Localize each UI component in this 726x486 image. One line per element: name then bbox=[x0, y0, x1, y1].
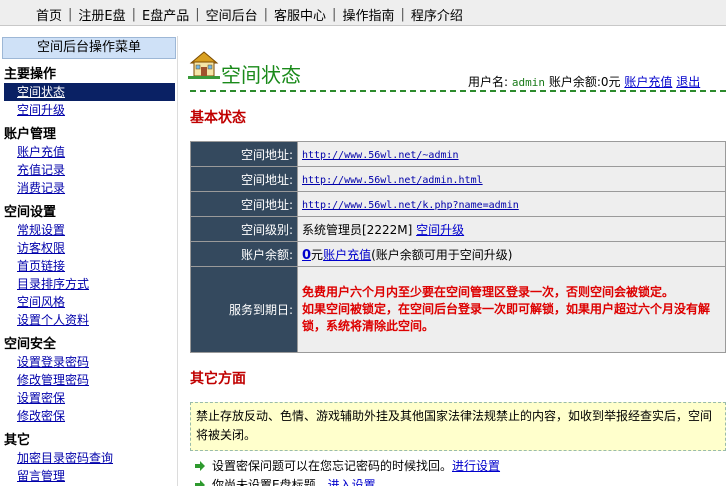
space-address-label: 空间地址: bbox=[190, 141, 298, 167]
space-level-value: 系统管理员[2222M] bbox=[302, 222, 413, 237]
unlock-warning: 如果空间被锁定，在空间后台登录一次即可解锁，如果用户超过六个月没有解锁，系统将清… bbox=[302, 302, 711, 333]
nav-guide[interactable]: 操作指南 bbox=[336, 5, 400, 24]
space-level-label: 空间级别: bbox=[190, 216, 298, 242]
sidebar-item-consumption-records[interactable]: 消费记录 bbox=[0, 179, 178, 197]
house-icon bbox=[188, 51, 220, 79]
security-setup-link[interactable]: 进行设置 bbox=[452, 457, 500, 474]
user-info-bar: 用户名: admin 账户余额:0元 账户充值 退出 bbox=[468, 73, 700, 90]
nav-home[interactable]: 首页 bbox=[30, 5, 68, 24]
sidebar-group-main: 主要操作 bbox=[4, 67, 57, 82]
balance-label: 账户余额: bbox=[548, 75, 601, 89]
lock-warning: 免费用户六个月内至少要在空间管理区登录一次，否则空间会被锁定。 bbox=[302, 285, 675, 299]
balance-recharge-link[interactable]: 账户充值 bbox=[323, 248, 371, 262]
sidebar-item-message-management[interactable]: 留言管理 bbox=[0, 467, 178, 485]
table-row: 空间地址: http://www.56wl.net/k.php?name=adm… bbox=[190, 191, 726, 217]
sidebar-item-change-security-question[interactable]: 修改密保 bbox=[0, 407, 178, 425]
sidebar-item-homepage-link[interactable]: 首页链接 bbox=[0, 257, 178, 275]
table-row: 空间地址: http://www.56wl.net/admin.html bbox=[190, 166, 726, 192]
space-address-label: 空间地址: bbox=[190, 191, 298, 217]
sidebar-item-space-style[interactable]: 空间风格 bbox=[0, 293, 178, 311]
table-row: 空间地址: http://www.56wl.net/~admin bbox=[190, 141, 726, 167]
security-question-text: 设置密保问题可以在您忘记密码的时候找回。 bbox=[212, 459, 453, 473]
sidebar-group-security: 空间安全 bbox=[4, 337, 57, 352]
balance-note: (账户余额可用于空间升级) bbox=[371, 247, 513, 262]
title-not-set-text: 你尚未设置E盘标题， bbox=[212, 478, 328, 486]
sidebar-group-settings: 空间设置 bbox=[4, 205, 57, 220]
nav-products[interactable]: E盘产品 bbox=[136, 5, 195, 24]
expiry-label: 服务到期日: bbox=[190, 266, 298, 353]
nav-space-admin[interactable]: 空间后台 bbox=[200, 5, 264, 24]
list-item: 你尚未设置E盘标题， 进入设置 bbox=[194, 476, 376, 486]
sidebar-group-account: 账户管理 bbox=[4, 127, 57, 142]
top-navigation: 首页 | 注册E盘 | E盘产品 | 空间后台 | 客服中心 | 操作指南 | … bbox=[0, 0, 726, 26]
sidebar-item-recharge[interactable]: 账户充值 bbox=[0, 143, 178, 161]
prohibited-content-notice: 禁止存放反动、色情、游戏辅助外挂及其他国家法律法规禁止的内容，如收到举报经查实后… bbox=[190, 402, 726, 451]
nav-register[interactable]: 注册E盘 bbox=[72, 5, 131, 24]
basic-status-heading: 基本状态 bbox=[190, 110, 246, 126]
sidebar-item-space-status[interactable]: 空间状态 bbox=[4, 83, 175, 101]
main-content: 空间状态 用户名: admin 账户余额:0元 账户充值 退出 基本状态 空间地… bbox=[186, 36, 726, 486]
sidebar-title: 空间后台操作菜单 bbox=[2, 37, 176, 59]
account-balance-label: 账户余额: bbox=[190, 241, 298, 267]
username-value: admin bbox=[511, 76, 545, 89]
table-row: 服务到期日: 免费用户六个月内至少要在空间管理区登录一次，否则空间会被锁定。 如… bbox=[190, 266, 726, 353]
table-row: 账户余额: 0元账户充值(账户余额可用于空间升级) bbox=[190, 241, 726, 267]
nav-support[interactable]: 客服中心 bbox=[268, 5, 332, 24]
sidebar-item-visitor-permissions[interactable]: 访客权限 bbox=[0, 239, 178, 257]
nav-program-intro[interactable]: 程序介绍 bbox=[405, 5, 469, 24]
sidebar-group-other: 其它 bbox=[4, 433, 31, 448]
sidebar-item-set-security-question[interactable]: 设置密保 bbox=[0, 389, 178, 407]
space-address-link-1[interactable]: http://www.56wl.net/~admin bbox=[302, 150, 459, 161]
sidebar-item-login-password[interactable]: 设置登录密码 bbox=[0, 353, 178, 371]
space-address-link-2[interactable]: http://www.56wl.net/admin.html bbox=[302, 175, 483, 186]
space-upgrade-link[interactable]: 空间升级 bbox=[416, 223, 464, 237]
title-divider bbox=[190, 90, 726, 92]
sidebar-item-directory-sort[interactable]: 目录排序方式 bbox=[0, 275, 178, 293]
sidebar-item-recharge-records[interactable]: 充值记录 bbox=[0, 161, 178, 179]
sidebar-item-encrypted-dir-password[interactable]: 加密目录密码查询 bbox=[0, 449, 178, 467]
balance-unit: 元 bbox=[311, 247, 324, 262]
other-heading: 其它方面 bbox=[190, 371, 246, 387]
arrow-right-icon bbox=[195, 460, 205, 471]
logout-link[interactable]: 退出 bbox=[676, 75, 700, 89]
header-recharge-link[interactable]: 账户充值 bbox=[624, 75, 672, 89]
sidebar-item-general-settings[interactable]: 常规设置 bbox=[0, 221, 178, 239]
space-address-label: 空间地址: bbox=[190, 166, 298, 192]
username-label: 用户名: bbox=[468, 75, 509, 89]
arrow-right-icon bbox=[195, 479, 205, 486]
balance-value: 0元 bbox=[600, 75, 621, 89]
sidebar-item-space-upgrade[interactable]: 空间升级 bbox=[0, 101, 178, 119]
page-title: 空间状态 bbox=[221, 63, 301, 87]
sidebar-menu: 主要操作 空间状态 空间升级 账户管理 账户充值 充值记录 消费记录 空间设置 … bbox=[0, 67, 178, 485]
sidebar-item-profile[interactable]: 设置个人资料 bbox=[0, 311, 178, 329]
sidebar: 空间后台操作菜单 主要操作 空间状态 空间升级 账户管理 账户充值 充值记录 消… bbox=[0, 36, 178, 486]
title-setup-link[interactable]: 进入设置 bbox=[328, 476, 376, 486]
balance-amount-link[interactable]: 0 bbox=[302, 248, 311, 263]
list-item: 设置密保问题可以在您忘记密码的时候找回。 进行设置 bbox=[194, 457, 500, 474]
status-table: 空间地址: http://www.56wl.net/~admin 空间地址: h… bbox=[190, 141, 726, 353]
space-address-link-3[interactable]: http://www.56wl.net/k.php?name=admin bbox=[302, 200, 519, 211]
sidebar-item-admin-password[interactable]: 修改管理密码 bbox=[0, 371, 178, 389]
table-row: 空间级别: 系统管理员[2222M] 空间升级 bbox=[190, 216, 726, 242]
